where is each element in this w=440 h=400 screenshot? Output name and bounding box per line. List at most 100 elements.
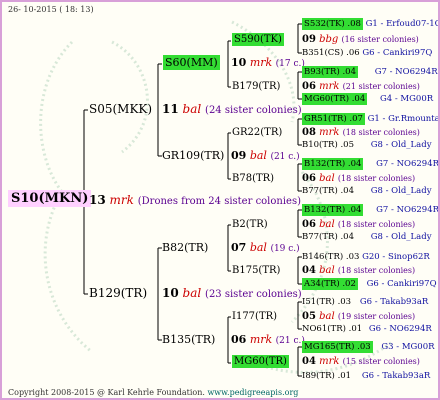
leaf-12-ref: G6 - Cankiri97Q bbox=[366, 279, 437, 289]
sd-s-count: 08 bbox=[302, 127, 316, 138]
dd-count: 06 bbox=[231, 333, 247, 346]
leaf-10: B77(TR) .04 G8 - Old_Lady bbox=[302, 233, 432, 242]
dd-s-race: bal bbox=[319, 311, 335, 322]
dam-comment: (23 sister colonies) bbox=[205, 289, 302, 300]
sire-label: S05(MKK) bbox=[89, 102, 153, 116]
leaf-7-ref: G7 - NO6294R bbox=[376, 159, 440, 169]
ds-label: B82(TR) bbox=[162, 241, 209, 254]
ss-s-comment: (16 sister colonies) bbox=[341, 35, 419, 44]
ds-d-info: 04 bal (18 sister colonies) bbox=[302, 266, 415, 276]
dd-info: 06 mrk (21 c.) bbox=[231, 334, 305, 346]
leaf-7-label: B132(TR) .04 bbox=[302, 158, 364, 170]
ss-d-count: 06 bbox=[302, 81, 316, 92]
ds-d-label: B175(TR) bbox=[232, 265, 281, 276]
leaf-2-ref: G6 - Cankiri97Q bbox=[362, 48, 433, 58]
leaf-6-ref: G8 - Old_Lady bbox=[370, 140, 432, 150]
dd-s-comment: (19 sister colonies) bbox=[337, 312, 416, 321]
leaf-1-ref: G1 - Erfoud07-1Q bbox=[365, 19, 440, 29]
sire-count: 11 bbox=[162, 102, 179, 116]
sd-d-info: 06 bal (18 sister colonies) bbox=[302, 174, 415, 184]
ss-label: S60(MM) bbox=[163, 55, 220, 70]
dd-s-label: I177(TR) bbox=[232, 311, 278, 322]
leaf-11-label: B146(TR) .03 bbox=[302, 252, 360, 262]
ds-d-count: 04 bbox=[302, 265, 316, 276]
leaf-5-ref: G1 - Gr.Rmounta bbox=[367, 114, 440, 124]
dd-d-info: 04 mrk (15 sister colonies) bbox=[302, 357, 420, 367]
sire-race: bal bbox=[182, 102, 202, 116]
dd-d-label-text: MG60(TR) bbox=[232, 355, 289, 368]
leaf-1-label: S532(TK) .08 bbox=[302, 18, 363, 30]
leaf-8-ref: G8 - Old_Lady bbox=[370, 186, 432, 196]
ds-s-race: bal bbox=[319, 219, 335, 230]
pedigree-chart: 26- 10-2015 ( 18: 13) S10(MKN) 13 mrk (D… bbox=[0, 0, 440, 400]
dd-d-race: mrk bbox=[319, 356, 340, 367]
sd-s-info: 08 mrk (18 sister colonies) bbox=[302, 128, 420, 138]
sd-label: GR109(TR) bbox=[162, 149, 225, 162]
leaf-2-label: B351(CS) .06 bbox=[302, 48, 360, 58]
leaf-4: MG60(TR) .04 G4 - MG00R bbox=[302, 93, 434, 105]
ds-d-comment: (18 sister colonies) bbox=[337, 266, 416, 275]
leaf-14-ref: G6 - NO6294R bbox=[368, 324, 432, 334]
dam-count: 10 bbox=[162, 286, 179, 300]
root-count: 13 bbox=[89, 193, 106, 207]
copyright-footer: Copyright 2008-2015 @ Karl Kehrle Founda… bbox=[8, 389, 298, 397]
leaf-12: A34(TR) .02 G6 - Cankiri97Q bbox=[302, 278, 437, 290]
leaf-12-label: A34(TR) .02 bbox=[302, 278, 358, 290]
ds-s-comment: (18 sister colonies) bbox=[337, 220, 416, 229]
ss-race: mrk bbox=[249, 56, 273, 69]
ds-s-label: B2(TR) bbox=[232, 219, 268, 230]
ds-s-info: 06 bal (18 sister colonies) bbox=[302, 220, 415, 230]
leaf-16-label: I89(TR) .01 bbox=[302, 371, 352, 381]
sd-s-comment: (18 sister colonies) bbox=[342, 128, 420, 137]
sd-s-label: GR22(TR) bbox=[232, 127, 283, 138]
leaf-3-label: B93(TR) .04 bbox=[302, 66, 358, 78]
footer-link[interactable]: www.pedigreeapis.org bbox=[207, 388, 298, 397]
leaf-2: B351(CS) .06 G6 - Cankiri97Q bbox=[302, 49, 432, 58]
ss-d-info: 06 mrk (21 sister colonies) bbox=[302, 82, 420, 92]
leaf-9-label: B132(TR) .04 bbox=[302, 204, 364, 216]
leaf-14: NO61(TR) .01 G6 - NO6294R bbox=[302, 325, 432, 334]
sd-race: bal bbox=[249, 149, 267, 162]
ss-info: 10 mrk (17 c.) bbox=[231, 57, 305, 69]
leaf-15: MG165(TR) .03 G3 - MG00R bbox=[302, 341, 435, 353]
leaf-3: B93(TR) .04 G7 - NO6294R bbox=[302, 66, 438, 78]
copyright-text: Copyright 2008-2015 @ Karl Kehrle Founda… bbox=[8, 388, 205, 397]
ds-comment: (19 c.) bbox=[270, 244, 300, 254]
dd-s-info: 05 bal (19 sister colonies) bbox=[302, 312, 415, 322]
sd-comment: (21 c.) bbox=[270, 152, 300, 162]
ss-s-label-text: S590(TK) bbox=[232, 33, 284, 46]
sd-d-count: 06 bbox=[302, 173, 316, 184]
dam-label: B129(TR) bbox=[89, 286, 148, 300]
ss-d-label: B179(TR) bbox=[232, 81, 281, 92]
dd-d-count: 04 bbox=[302, 356, 316, 367]
dd-d-label: MG60(TR) bbox=[232, 355, 289, 368]
sire-info: 11 bal (24 sister colonies) bbox=[162, 103, 302, 116]
leaf-16: I89(TR) .01 G6 - Takab93aR bbox=[302, 372, 430, 381]
dd-d-comment: (15 sister colonies) bbox=[342, 357, 420, 366]
ds-s-count: 06 bbox=[302, 219, 316, 230]
leaf-6-label: B10(TR) .05 bbox=[302, 140, 354, 150]
ss-s-race: bbg bbox=[319, 34, 339, 45]
sd-s-race: mrk bbox=[319, 127, 340, 138]
ss-s-count: 09 bbox=[302, 34, 316, 45]
leaf-15-label: MG165(TR) .03 bbox=[302, 341, 373, 353]
sd-count: 09 bbox=[231, 149, 247, 162]
report-date: 26- 10-2015 ( 18: 13) bbox=[8, 5, 94, 14]
leaf-1: S532(TK) .08 G1 - Erfoud07-1Q bbox=[302, 18, 440, 30]
root-race: mrk bbox=[109, 193, 134, 207]
leaf-3-ref: G7 - NO6294R bbox=[374, 67, 438, 77]
sd-d-label: B78(TR) bbox=[232, 173, 275, 184]
dd-s-count: 05 bbox=[302, 311, 316, 322]
dd-comment: (21 c.) bbox=[275, 336, 305, 346]
sd-d-race: bal bbox=[319, 173, 335, 184]
leaf-4-ref: G4 - MG00R bbox=[379, 94, 434, 104]
ds-info: 07 bal (19 c.) bbox=[231, 242, 300, 254]
dd-race: mrk bbox=[249, 333, 273, 346]
leaf-13-ref: G6 - Takab93aR bbox=[359, 297, 429, 307]
root-info: 13 mrk (Drones from 24 sister colonies) bbox=[89, 194, 301, 207]
ss-comment: (17 c.) bbox=[275, 59, 305, 69]
dam-info: 10 bal (23 sister colonies) bbox=[162, 287, 302, 300]
dd-label: B135(TR) bbox=[162, 333, 216, 346]
leaf-8-label: B77(TR) .04 bbox=[302, 186, 354, 196]
leaf-11-ref: G20 - Sinop62R bbox=[362, 252, 430, 262]
